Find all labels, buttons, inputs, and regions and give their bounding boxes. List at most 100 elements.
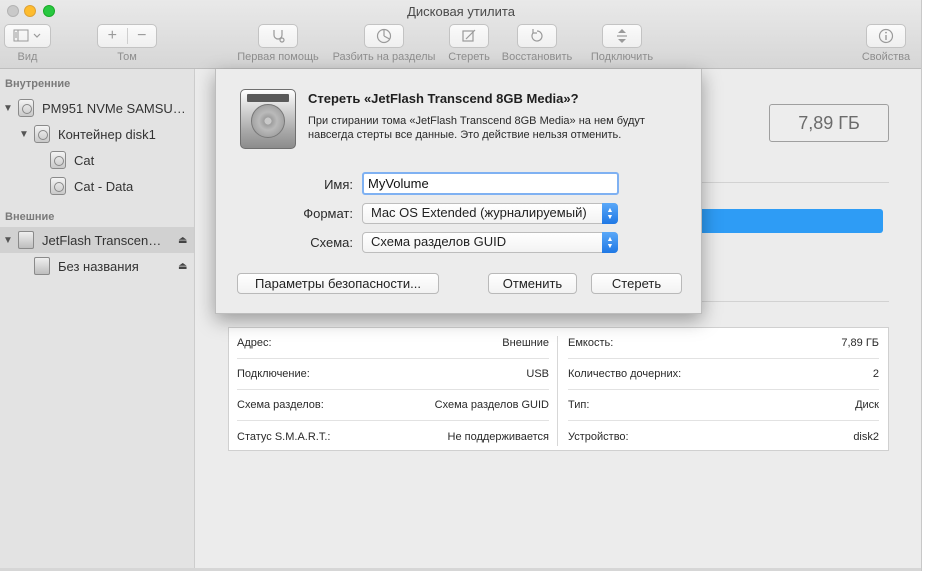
info-key: Статус S.M.A.R.T.: (237, 430, 331, 443)
hard-disk-icon (50, 151, 66, 169)
external-section-header: Внешние (5, 211, 55, 223)
disclosure-triangle-icon[interactable]: ▼ (3, 103, 13, 114)
info-row: Устройство: disk2 (568, 421, 879, 452)
security-options-button[interactable]: Параметры безопасности... (237, 273, 439, 294)
pie-chart-icon (376, 28, 392, 44)
sidebar-item-container[interactable]: ▼ Контейнер disk1 (0, 121, 194, 147)
sidebar-item-label: Cat (74, 152, 95, 168)
mount-button[interactable] (602, 24, 642, 48)
sidebar-item-label: Без названия (58, 258, 139, 274)
info-key: Количество дочерних: (568, 368, 682, 380)
eject-icon[interactable]: ⏏ (178, 235, 187, 246)
info-row: Адрес: Внешние (237, 328, 549, 359)
sidebar-item-volume-cat[interactable]: Cat (0, 147, 194, 173)
view-button[interactable] (4, 24, 51, 48)
scheme-select[interactable]: Схема разделов GUID ▲ ▼ (362, 232, 618, 253)
partition-label: Разбить на разделы (332, 51, 436, 63)
disclosure-triangle-icon[interactable]: ▼ (19, 129, 29, 140)
info-value: Внешние (502, 337, 549, 349)
info-key: Тип: (568, 399, 590, 411)
name-label: Имя: (324, 177, 353, 192)
disclosure-triangle-icon[interactable]: ▼ (3, 235, 13, 246)
sidebar-item-external-volume[interactable]: Без названия ⏏ (0, 253, 194, 279)
info-label: Свойства (861, 51, 911, 63)
sidebar-item-external-disk[interactable]: ▼ JetFlash Transcend 8GB Media ⏏ (0, 227, 194, 253)
erase-dialog: Стереть «JetFlash Transcend 8GB Media»? … (215, 69, 702, 314)
remove-volume-icon[interactable]: − (128, 25, 157, 47)
sidebar-item-label: Контейнер disk1 (58, 126, 156, 142)
dialog-message: При стирании тома «JetFlash Transcend 8G… (308, 115, 645, 141)
info-key: Адрес: (237, 337, 272, 349)
sidebar-item-volume-cat-data[interactable]: Cat - Data (0, 173, 194, 199)
restore-button[interactable] (517, 24, 557, 48)
info-value: 2 (872, 368, 879, 380)
mount-icon (617, 29, 627, 43)
first-aid-button[interactable] (258, 24, 298, 48)
hard-disk-icon (240, 89, 296, 149)
disk-label-strip (247, 94, 289, 102)
mount-label: Подключить (590, 51, 654, 63)
format-label: Формат: (303, 206, 353, 221)
window-title: Дисковая утилита (407, 4, 515, 19)
eraser-icon (462, 29, 476, 42)
capacity-display: 7,89 ГБ (769, 104, 889, 142)
sidebar-toggle-icon (13, 29, 40, 42)
divider (701, 301, 889, 302)
info-value: USB (526, 368, 549, 380)
info-key: Схема разделов: (237, 399, 324, 411)
restore-arrow-icon (531, 29, 543, 42)
cancel-button[interactable]: Отменить (488, 273, 577, 294)
add-volume-icon[interactable]: + (98, 25, 127, 47)
info-table: Адрес: Внешние Подключение: USB Схема ра… (228, 327, 889, 451)
info-value: Схема разделов GUID (434, 399, 549, 411)
info-row: Тип: Диск (568, 390, 879, 421)
select-arrows-icon: ▲ ▼ (602, 232, 618, 253)
info-row: Подключение: USB (237, 359, 549, 390)
usb-drive-icon (34, 257, 50, 275)
info-value: 7,89 ГБ (841, 337, 879, 349)
info-icon (878, 28, 894, 44)
info-button[interactable] (866, 24, 906, 48)
column-divider (557, 336, 558, 446)
info-row: Статус S.M.A.R.T.: Не поддерживается (237, 421, 549, 452)
erase-button[interactable] (449, 24, 489, 48)
volume-label: Том (117, 51, 137, 63)
hard-disk-icon (34, 125, 50, 143)
info-column-right: Емкость: 7,89 ГБ Количество дочерних: 2 … (560, 328, 890, 452)
sidebar-item-label: JetFlash Transcend 8GB Media (42, 232, 166, 248)
scheme-label: Схема: (310, 235, 353, 250)
info-row: Схема разделов: Схема разделов GUID (237, 390, 549, 421)
info-key: Емкость: (568, 337, 614, 349)
erase-label: Стереть (448, 51, 490, 63)
sidebar-item-label: PM951 NVMe SAMSUNG 512GB Media (42, 100, 190, 116)
info-column-left: Адрес: Внешние Подключение: USB Схема ра… (229, 328, 559, 452)
usb-drive-icon (18, 231, 34, 249)
dialog-title: Стереть «JetFlash Transcend 8GB Media»? (308, 91, 579, 106)
info-value: Диск (855, 399, 879, 411)
scheme-select-value: Схема разделов GUID (371, 234, 507, 249)
hard-disk-icon (50, 177, 66, 195)
select-arrows-icon: ▲ ▼ (602, 203, 618, 224)
info-key: Подключение: (237, 368, 310, 380)
divider (701, 182, 889, 183)
eject-icon[interactable]: ⏏ (178, 261, 187, 272)
info-row: Количество дочерних: 2 (568, 359, 879, 390)
info-value: disk2 (853, 430, 879, 443)
toolbar: Дисковая утилита Вид + − Том Первая помо… (0, 0, 921, 69)
info-value: Не поддерживается (447, 430, 550, 443)
partition-button[interactable] (364, 24, 404, 48)
disk-utility-window: Дисковая утилита Вид + − Том Первая помо… (0, 0, 922, 571)
usage-bar (698, 209, 883, 233)
confirm-erase-button[interactable]: Стереть (591, 273, 682, 294)
first-aid-label: Первая помощь (237, 51, 319, 63)
info-key: Устройство: (568, 430, 629, 443)
internal-section-header: Внутренние (5, 78, 71, 90)
volume-name-input[interactable]: MyVolume (362, 172, 619, 195)
disk-platter (251, 104, 285, 138)
restore-label: Восстановить (501, 51, 573, 63)
sidebar-item-label: Cat - Data (74, 178, 134, 194)
stethoscope-icon (273, 30, 285, 43)
format-select[interactable]: Mac OS Extended (журналируемый) ▲ ▼ (362, 203, 618, 224)
sidebar-item-internal-disk[interactable]: ▼ PM951 NVMe SAMSUNG 512GB Media (0, 95, 194, 121)
volume-segment: + − (97, 24, 157, 48)
